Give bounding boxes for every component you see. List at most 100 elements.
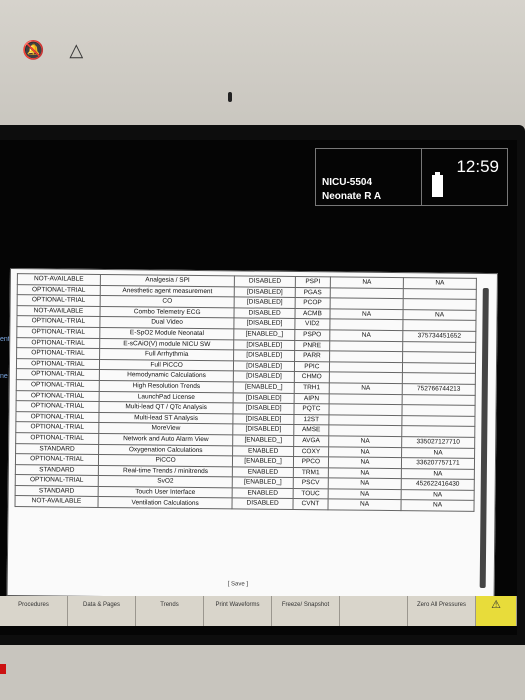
freeze-snapshot-button[interactable]: Freeze/ Snapshot xyxy=(272,596,340,626)
trial-value-cell xyxy=(329,372,403,384)
feature-code-cell: COXY xyxy=(293,445,329,457)
license-key-cell: NA xyxy=(400,500,475,512)
feature-code-cell: VID2 xyxy=(294,318,330,330)
feature-code-cell: PARR xyxy=(294,350,330,362)
license-key-cell: NA xyxy=(401,489,475,501)
enable-state-cell: [DISABLED] xyxy=(234,286,296,298)
trial-value-cell: NA xyxy=(328,488,402,501)
feature-code-cell: PCOP xyxy=(294,297,331,309)
enable-state-cell: [ENABLED_] xyxy=(232,455,294,468)
bottom-menu-bar: Procedures Data & Pages Trends Print Wav… xyxy=(0,596,517,626)
trial-value-cell xyxy=(328,414,402,426)
license-key-cell xyxy=(402,319,476,332)
enable-state-cell: [DISABLED] xyxy=(233,350,295,362)
license-options-dialog: NOT-AVAILABLE Analgesia / SPI DISABLED PSPI… xyxy=(6,268,498,602)
license-key-cell xyxy=(401,404,476,417)
empty-button[interactable] xyxy=(340,596,408,626)
feature-code-cell: PSPI xyxy=(295,276,331,288)
feature-code-cell: TRH1 xyxy=(293,382,330,394)
alarm-icon[interactable]: ⚠ xyxy=(476,596,517,626)
feature-code-cell: AMSE xyxy=(293,424,329,436)
trial-value-cell xyxy=(329,361,403,373)
enable-state-cell: DISABLED xyxy=(234,275,296,288)
patient-info-box[interactable]: NICU-5504 Neonate R A xyxy=(315,148,422,206)
print-waveforms-button[interactable]: Print Waveforms xyxy=(204,596,272,626)
enable-state-cell: [DISABLED] xyxy=(233,402,294,415)
bezel-mark xyxy=(228,92,232,102)
license-key-cell: 375734451652 xyxy=(402,330,476,342)
license-key-cell xyxy=(402,362,476,374)
enable-state-cell: [ENABLED_] xyxy=(234,328,295,341)
license-key-cell xyxy=(402,372,476,385)
trial-value-cell xyxy=(329,319,403,331)
enable-state-cell: [DISABLED] xyxy=(234,339,295,351)
trial-value-cell: NA xyxy=(328,456,402,469)
trial-value-cell xyxy=(328,425,402,437)
trial-value-cell xyxy=(329,393,403,405)
feature-code-cell: CVNT xyxy=(292,498,329,510)
trial-value-cell: NA xyxy=(329,329,403,342)
side-label: ne xyxy=(0,373,8,380)
enable-state-cell: [DISABLED] xyxy=(233,360,295,372)
license-key-cell xyxy=(403,288,477,300)
enable-state-cell: DISABLED xyxy=(232,498,293,510)
patient-id: NICU-5504 xyxy=(322,177,373,188)
procedures-button[interactable]: Procedures xyxy=(0,596,68,626)
feature-code-cell: 12ST xyxy=(293,414,329,426)
trial-value-cell xyxy=(328,403,403,416)
feature-code-cell: PNRE xyxy=(294,340,330,352)
trial-value-cell: NA xyxy=(328,446,402,458)
patient-name: Neonate R A xyxy=(322,191,382,202)
clock-time: 12:59 xyxy=(456,157,499,176)
zero-all-pressures-button[interactable]: Zero All Pressures xyxy=(408,596,476,626)
trial-value-cell xyxy=(329,351,403,363)
feature-code-cell: PPCO xyxy=(293,456,329,468)
license-key-cell: NA xyxy=(401,468,475,480)
license-table: NOT-AVAILABLE Analgesia / SPI DISABLED PSPI… xyxy=(14,273,477,512)
trial-value-cell: NA xyxy=(330,276,404,289)
enable-state-cell: [ENABLED_] xyxy=(232,477,294,489)
enable-state-cell: ENABLED xyxy=(232,445,294,457)
feature-name-cell: Ventilation Calculations xyxy=(97,496,233,509)
feature-code-cell: AIPN xyxy=(293,393,330,404)
trial-value-cell xyxy=(330,287,404,299)
monitor-bezel: 🔕 △ xyxy=(0,0,525,128)
feature-code-cell: PSPO xyxy=(294,329,330,341)
license-key-cell xyxy=(401,425,475,438)
feature-code-cell: CHMO xyxy=(294,371,330,383)
feature-code-cell: PQTC xyxy=(293,403,330,415)
enable-state-cell: [ENABLED_] xyxy=(233,434,294,446)
trial-value-cell: NA xyxy=(328,478,402,490)
license-key-cell xyxy=(402,351,476,364)
feature-code-cell: PPIC xyxy=(294,361,330,373)
scrollbar[interactable] xyxy=(479,287,489,588)
feature-code-cell: TOUC xyxy=(292,488,329,500)
trial-value-cell: NA xyxy=(329,308,404,320)
trial-value-cell xyxy=(329,340,403,352)
trial-value-cell: NA xyxy=(327,499,402,511)
save-button[interactable]: [ Save ] xyxy=(228,581,248,587)
enable-state-cell: DISABLED xyxy=(234,307,295,319)
monitor-screen: NICU-5504 Neonate R A 12:59 ent ne NOT-A… xyxy=(0,140,517,635)
enable-state-cell: [DISABLED] xyxy=(233,371,295,383)
trends-button[interactable]: Trends xyxy=(136,596,204,626)
license-key-cell xyxy=(402,341,476,353)
license-key-cell: NA xyxy=(402,309,477,321)
license-key-cell: 335027127710 xyxy=(401,436,475,448)
enable-state-cell: [DISABLED] xyxy=(233,413,294,425)
license-key-cell: NA xyxy=(403,277,477,289)
license-key-cell xyxy=(401,415,475,427)
enable-state-cell: ENABLED xyxy=(232,466,294,478)
enable-state-cell: [DISABLED] xyxy=(233,424,294,436)
license-key-cell xyxy=(403,298,477,311)
trial-value-cell xyxy=(330,298,404,310)
enable-state-cell: [DISABLED] xyxy=(233,392,294,404)
trial-value-cell: NA xyxy=(328,467,402,479)
trial-value-cell: NA xyxy=(328,435,402,448)
license-key-cell: 336207757171 xyxy=(401,457,475,470)
feature-code-cell: TRM1 xyxy=(293,467,329,479)
data-pages-button[interactable]: Data & Pages xyxy=(68,596,136,626)
trial-value-cell: NA xyxy=(329,382,403,395)
enable-state-cell: [DISABLED] xyxy=(234,318,295,330)
enable-state-cell: ENABLED xyxy=(232,487,293,499)
